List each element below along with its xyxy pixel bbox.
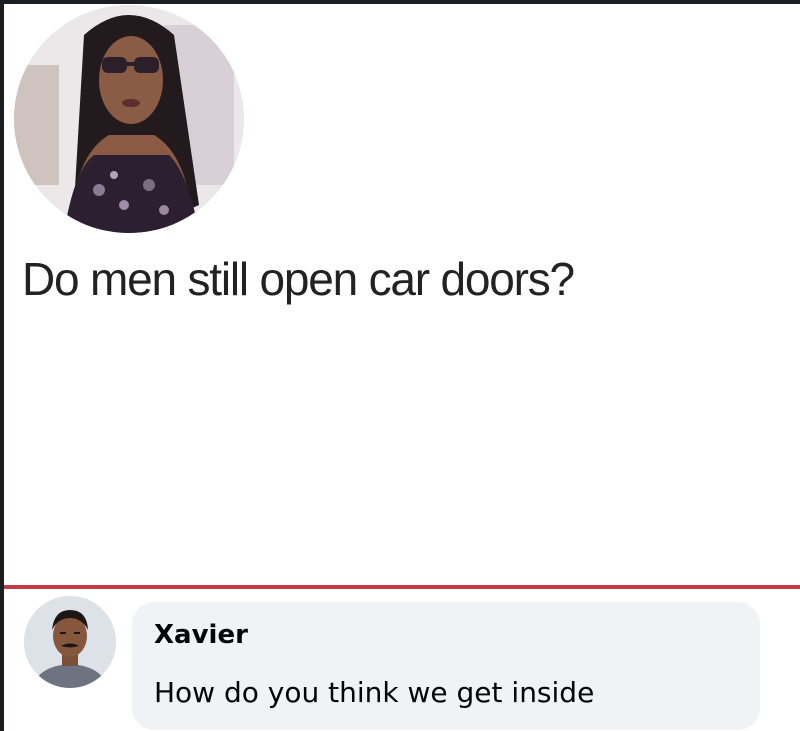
comment-author-name[interactable]: Xavier: [154, 620, 248, 650]
section-divider: [4, 585, 800, 589]
profile-photo-icon: [24, 596, 116, 688]
post-author-avatar[interactable]: [14, 5, 244, 233]
comment-author-avatar[interactable]: [24, 596, 116, 688]
profile-photo-icon: [14, 5, 244, 233]
screenshot-frame: Do men still open car doors? Xavier How …: [4, 4, 800, 731]
comment-text: How do you think we get inside: [154, 676, 595, 709]
post-text: Do men still open car doors?: [22, 253, 575, 305]
comment-bubble: Xavier How do you think we get inside: [132, 602, 760, 730]
